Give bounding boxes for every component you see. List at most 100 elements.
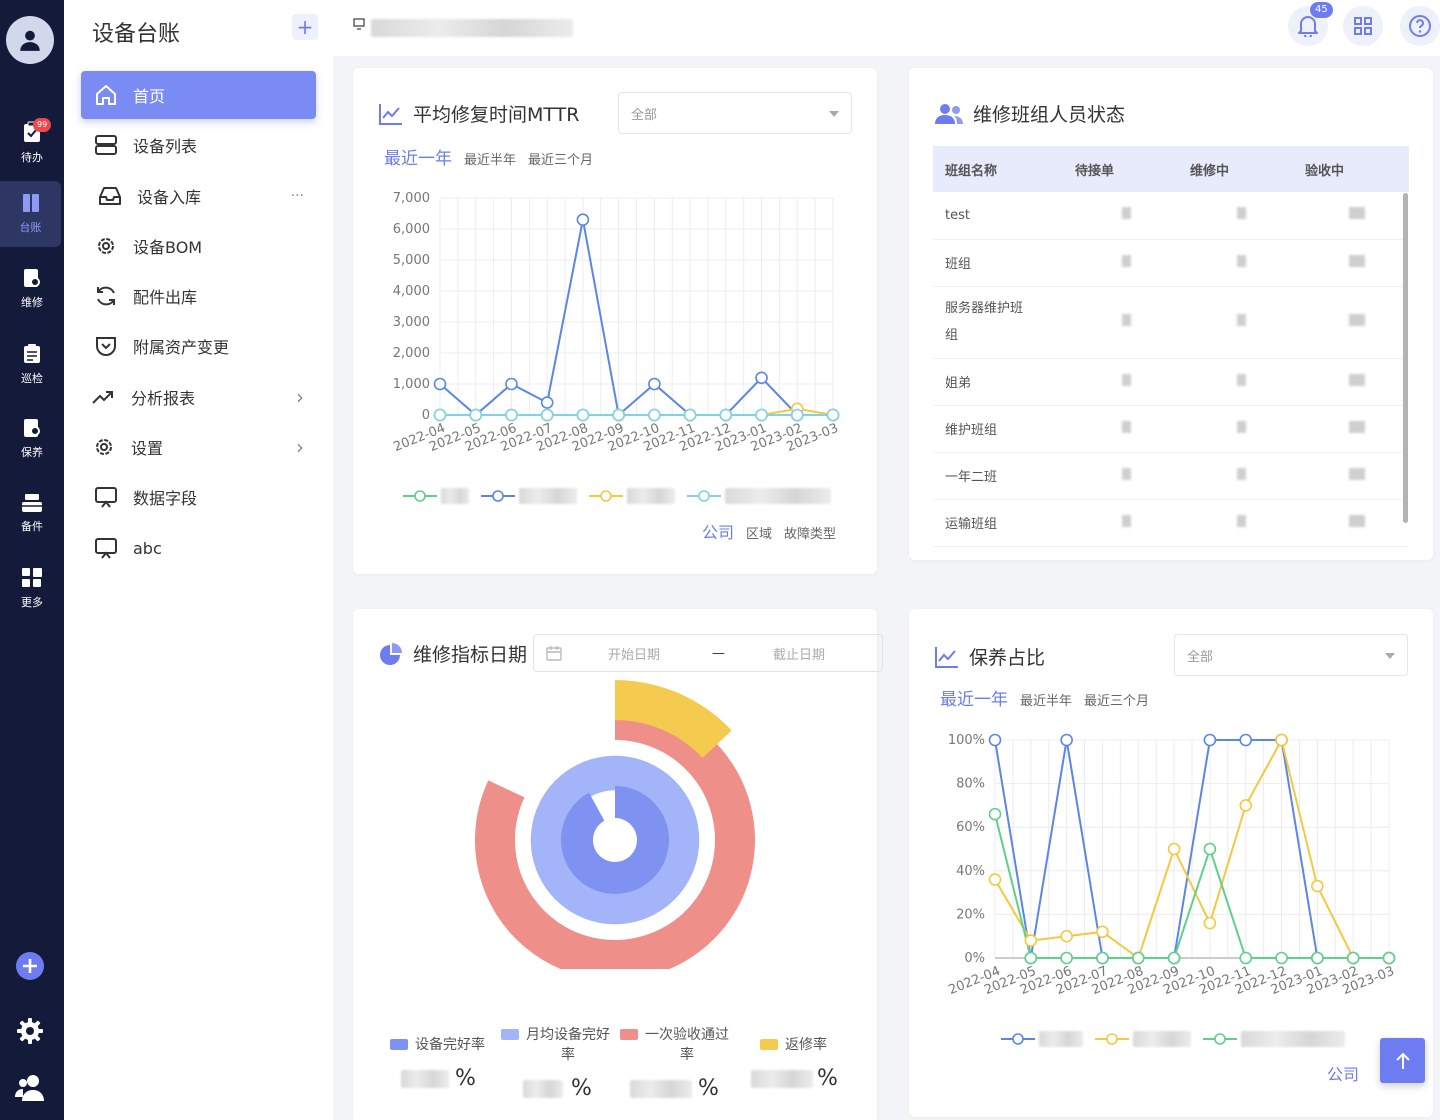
legend-item[interactable] xyxy=(687,488,831,504)
menu-item-reports[interactable]: 分析报表 › xyxy=(81,373,316,421)
legend-item[interactable]: 一次验收通过率 xyxy=(620,1025,729,1065)
legend-item[interactable] xyxy=(481,488,577,504)
dimension-tab-fault-type[interactable]: 故障类型 xyxy=(784,523,836,542)
menu-item-home[interactable]: 首页 xyxy=(81,71,316,119)
data-point xyxy=(1382,951,1396,965)
table-row[interactable]: test xyxy=(933,192,1409,240)
dimension-tab-region[interactable]: 区域 xyxy=(746,523,772,542)
data-point xyxy=(505,408,518,422)
monitor-icon xyxy=(93,535,119,561)
apps-button[interactable] xyxy=(1343,6,1383,46)
mttr-range-tabs: 最近一年 最近半年 最近三个月 xyxy=(384,144,593,169)
upkeep-scope-select[interactable]: 全部 xyxy=(1174,634,1408,676)
help-icon xyxy=(1409,15,1431,37)
dimension-tab-company[interactable]: 公司 xyxy=(702,519,734,543)
rail-label: 巡检 xyxy=(21,372,43,385)
table-row[interactable]: 一年二班 xyxy=(933,452,1409,500)
data-point xyxy=(1060,951,1073,965)
caret-down-icon xyxy=(829,111,839,117)
y-tick-label: 5,000 xyxy=(393,253,430,268)
user-icon xyxy=(20,30,40,51)
legend-item[interactable] xyxy=(1001,1031,1083,1047)
menu-item-asset-change[interactable]: 附属资产变更 xyxy=(81,322,316,370)
data-point xyxy=(1131,951,1145,965)
table-scrollbar[interactable] xyxy=(1403,193,1408,523)
data-point xyxy=(1024,934,1038,947)
rail-users-button[interactable] xyxy=(15,1072,45,1102)
range-tab-half-year[interactable]: 最近半年 xyxy=(1020,690,1072,709)
team-name: 班组 xyxy=(933,239,1063,287)
end-date-input[interactable]: 截止日期 xyxy=(773,644,825,663)
legend-item[interactable]: 设备完好率 xyxy=(390,1035,485,1055)
shield-icon xyxy=(93,333,119,359)
menu-item-settings[interactable]: 设置 › xyxy=(81,423,316,471)
range-tab-three-months[interactable]: 最近三个月 xyxy=(528,149,593,168)
team-table: 班组名称 待接单 维修中 验收中 test 班组 服务器维护班组 姐弟 维护班组… xyxy=(933,146,1409,547)
parts-icon xyxy=(22,494,42,512)
back-to-top-button[interactable] xyxy=(1380,1038,1425,1083)
y-tick-label: 80% xyxy=(956,777,985,792)
legend-item[interactable] xyxy=(1203,1031,1345,1047)
rail-item-parts[interactable]: 备件 xyxy=(0,481,64,547)
menu-label: 设备入库 xyxy=(137,188,202,207)
rail-item-repair[interactable]: 维修 xyxy=(0,256,64,322)
gear-outline-icon xyxy=(93,233,119,259)
menu-item-parts-outbound[interactable]: 配件出库 xyxy=(81,272,316,320)
legend-item[interactable] xyxy=(403,488,469,504)
notification-button[interactable]: 45 xyxy=(1288,1,1334,46)
rail-item-ledger[interactable]: 台账 xyxy=(0,181,61,247)
rail-add-button[interactable] xyxy=(15,951,45,981)
data-point xyxy=(576,213,590,227)
data-point xyxy=(755,371,768,385)
legend-item[interactable] xyxy=(1095,1031,1191,1047)
rail-label: 台账 xyxy=(19,221,42,234)
team-name: 维护班组 xyxy=(933,405,1063,453)
column-header-pending: 待接单 xyxy=(1063,146,1178,192)
rail-item-todo[interactable]: 99 待办 xyxy=(0,110,64,176)
upkeep-legend xyxy=(1001,1031,1357,1047)
data-point xyxy=(540,408,554,422)
table-row[interactable]: 姐弟 xyxy=(933,358,1409,406)
menu-item-data-fields[interactable]: 数据字段 xyxy=(81,473,316,521)
range-tab-year[interactable]: 最近一年 xyxy=(384,144,452,169)
legend-item[interactable] xyxy=(589,488,675,504)
date-range-picker[interactable]: 开始日期 — 截止日期 xyxy=(533,634,883,672)
range-tab-half-year[interactable]: 最近半年 xyxy=(464,149,516,168)
user-avatar[interactable] xyxy=(6,16,54,64)
trend-icon xyxy=(91,384,117,410)
data-point xyxy=(1239,799,1253,812)
rail-label: 备件 xyxy=(21,520,43,533)
refresh-icon xyxy=(93,283,119,309)
table-row[interactable]: 运输班组 xyxy=(933,499,1409,547)
sidebar: 设备台账 + 首页 设备列表 设备入库 ··· 设备BOM 配件出库 附属资产变… xyxy=(64,0,333,1120)
start-date-input[interactable]: 开始日期 xyxy=(608,644,660,663)
server-icon xyxy=(93,132,119,158)
rail-item-inspection[interactable]: 巡检 xyxy=(0,332,64,398)
table-row[interactable]: 维护班组 xyxy=(933,405,1409,453)
sidebar-add-button[interactable]: + xyxy=(292,14,318,40)
menu-item-device-inbound[interactable]: 设备入库 ··· xyxy=(81,172,316,220)
data-point xyxy=(1346,951,1360,965)
table-row[interactable]: 班组 xyxy=(933,239,1409,287)
table-row[interactable]: 服务器维护班组 xyxy=(933,286,1409,359)
dimension-tab-company[interactable]: 公司 xyxy=(1327,1061,1359,1085)
rail-settings-button[interactable] xyxy=(15,1016,45,1046)
range-tab-year[interactable]: 最近一年 xyxy=(940,685,1008,710)
help-button[interactable] xyxy=(1400,6,1440,46)
menu-item-device-list[interactable]: 设备列表 xyxy=(81,121,316,169)
menu-label: 附属资产变更 xyxy=(133,338,230,357)
rail-item-more[interactable]: 更多 xyxy=(0,556,64,622)
menu-item-device-bom[interactable]: 设备BOM xyxy=(81,222,316,270)
rail-item-upkeep[interactable]: 保养 xyxy=(0,406,64,472)
menu-item-abc[interactable]: abc xyxy=(81,524,316,572)
legend-item[interactable]: 月均设备完好率 xyxy=(501,1025,610,1065)
legend-item[interactable]: 返修率 xyxy=(760,1035,827,1055)
date-separator: — xyxy=(712,645,726,661)
team-name: 一年二班 xyxy=(933,452,1063,500)
data-point xyxy=(540,396,554,409)
mttr-scope-select[interactable]: 全部 xyxy=(618,92,852,134)
range-tab-three-months[interactable]: 最近三个月 xyxy=(1084,690,1149,709)
y-tick-label: 100% xyxy=(948,733,985,748)
more-icon[interactable]: ··· xyxy=(291,188,304,204)
data-point xyxy=(1096,925,1109,939)
